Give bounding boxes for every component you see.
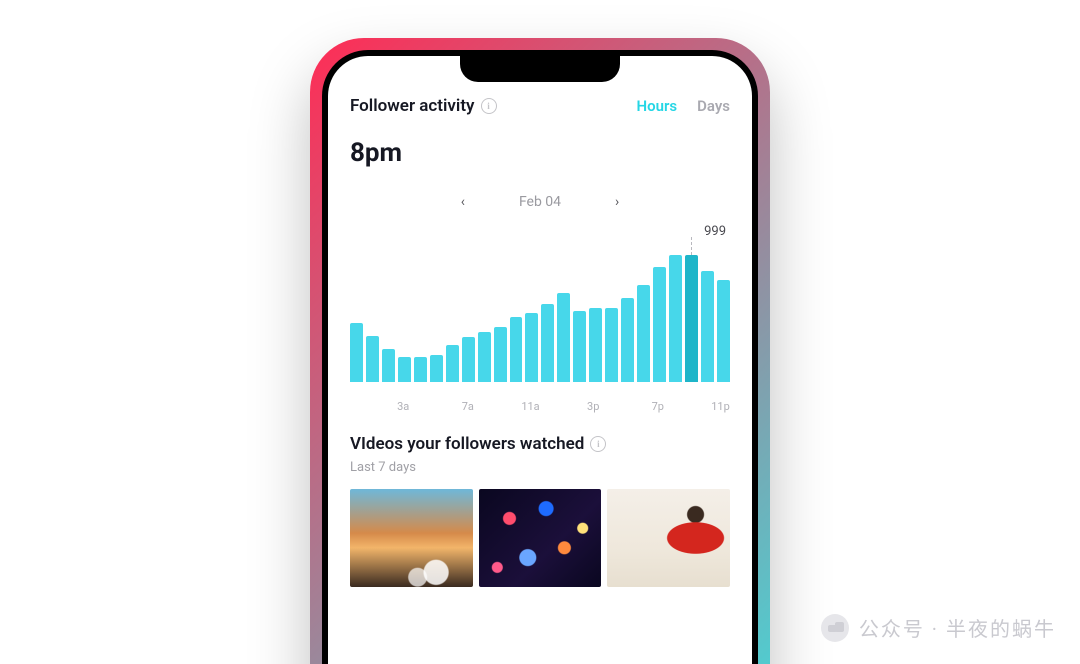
x-axis-tick: 7a [462, 400, 474, 413]
x-axis-tick: 3p [587, 400, 599, 413]
date-label: Feb 04 [519, 194, 561, 210]
watermark: 公众号 · 半夜的蜗牛 [821, 613, 1056, 642]
chart-bar[interactable] [462, 337, 475, 382]
phone-bezel: Follower activity i Hours Days 8pm ‹ Feb… [322, 50, 758, 664]
chevron-left-icon[interactable]: ‹ [461, 194, 465, 210]
notch [460, 56, 620, 82]
chart-bar[interactable] [557, 293, 570, 382]
chart-bar[interactable] [446, 345, 459, 382]
chart-bar[interactable] [701, 271, 714, 382]
chart-bar[interactable] [605, 308, 618, 382]
chart-bar[interactable] [525, 313, 538, 382]
chart-bar[interactable] [414, 357, 427, 382]
video-thumbs [350, 489, 730, 587]
video-thumb[interactable] [350, 489, 473, 587]
selected-hour: 8pm [350, 138, 730, 168]
chart-bar[interactable] [382, 349, 395, 382]
chart-bar[interactable] [430, 355, 443, 382]
tab-hours[interactable]: Hours [637, 97, 678, 115]
time-tabs: Hours Days [637, 97, 730, 115]
screen-content: Follower activity i Hours Days 8pm ‹ Feb… [328, 56, 752, 587]
wechat-icon [821, 614, 849, 642]
x-axis-tick: 7p [652, 400, 664, 413]
header-row: Follower activity i Hours Days [350, 96, 730, 116]
title-wrap: Follower activity i [350, 96, 497, 116]
chart-bar[interactable] [637, 285, 650, 382]
info-icon[interactable]: i [590, 436, 606, 452]
video-thumb[interactable] [607, 489, 730, 587]
chart-bar[interactable] [669, 255, 682, 382]
section-title: Follower activity [350, 96, 475, 116]
selected-bar-value: 999 [704, 224, 726, 239]
info-icon[interactable]: i [481, 98, 497, 114]
video-thumb[interactable] [479, 489, 602, 587]
chart-bar[interactable] [685, 255, 698, 382]
x-axis-tick: 11p [711, 400, 730, 413]
videos-subtitle: Last 7 days [350, 460, 730, 475]
chart-bar[interactable] [717, 280, 730, 382]
activity-chart: 999 3a7a11a3p7p11p [350, 224, 730, 400]
x-axis-tick: 3a [397, 400, 409, 413]
chart-bar[interactable] [510, 317, 523, 382]
tab-days[interactable]: Days [697, 97, 730, 115]
chart-bar[interactable] [573, 311, 586, 382]
watermark-text: 公众号 · 半夜的蜗牛 [859, 613, 1056, 642]
chart-bars[interactable] [350, 242, 730, 382]
chart-bar[interactable] [589, 308, 602, 382]
x-axis-tick: 11a [521, 400, 539, 413]
chart-bar[interactable] [541, 304, 554, 382]
videos-title: VIdeos your followers watched [350, 434, 584, 454]
chart-bar[interactable] [478, 332, 491, 382]
chart-bar[interactable] [366, 336, 379, 382]
chart-bar[interactable] [653, 267, 666, 382]
date-nav: ‹ Feb 04 › [350, 194, 730, 210]
phone-frame: Follower activity i Hours Days 8pm ‹ Feb… [310, 38, 770, 664]
chart-bar[interactable] [398, 357, 411, 382]
videos-section: VIdeos your followers watched i Last 7 d… [350, 434, 730, 587]
screen: Follower activity i Hours Days 8pm ‹ Feb… [328, 56, 752, 664]
chart-bar[interactable] [494, 327, 507, 382]
chart-bar[interactable] [621, 298, 634, 382]
chevron-right-icon[interactable]: › [615, 194, 619, 210]
videos-title-row: VIdeos your followers watched i [350, 434, 730, 454]
chart-bar[interactable] [350, 323, 363, 382]
